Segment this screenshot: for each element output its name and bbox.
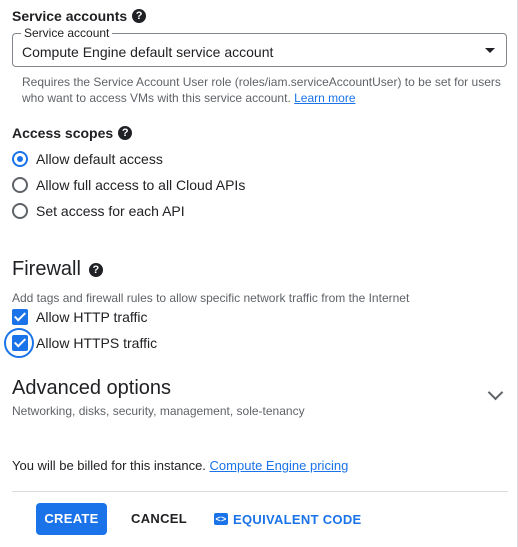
radio-allow-full-access[interactable]: Allow full access to all Cloud APIs: [12, 175, 245, 195]
service-account-helper-text: Requires the Service Account User role (…: [22, 74, 502, 106]
billing-text: You will be billed for this instance.: [12, 458, 206, 473]
access-scopes-label-text: Access scopes: [12, 125, 114, 141]
code-icon: <>: [214, 513, 228, 525]
cancel-button[interactable]: CANCEL: [131, 503, 187, 535]
checkbox-checked[interactable]: [12, 309, 28, 325]
radio-label: Set access for each API: [36, 203, 185, 219]
radio-button[interactable]: [12, 177, 28, 193]
create-button[interactable]: CREATE: [36, 503, 107, 535]
service-account-select[interactable]: Service account Compute Engine default s…: [12, 26, 507, 67]
help-icon[interactable]: ?: [118, 126, 133, 141]
service-accounts-label-text: Service accounts: [12, 8, 128, 24]
helper-text: Requires the Service Account User role (…: [22, 75, 501, 105]
equivalent-code-label: EQUIVALENT CODE: [233, 511, 362, 527]
service-accounts-label: Service accounts?: [12, 8, 147, 24]
chevron-down-icon[interactable]: [487, 384, 504, 401]
divider: [12, 491, 508, 492]
checkbox-allow-http[interactable]: Allow HTTP traffic: [12, 307, 148, 327]
radio-button[interactable]: [12, 203, 28, 219]
advanced-options-subtitle: Networking, disks, security, management,…: [12, 404, 305, 418]
help-icon[interactable]: ?: [88, 262, 103, 277]
firewall-description: Add tags and firewall rules to allow spe…: [12, 291, 410, 305]
pricing-link[interactable]: Compute Engine pricing: [210, 458, 349, 473]
firewall-heading: Firewall?: [12, 258, 103, 281]
select-value: Compute Engine default service account: [22, 44, 274, 60]
equivalent-code-button[interactable]: <> EQUIVALENT CODE: [214, 503, 362, 535]
billing-notice: You will be billed for this instance. Co…: [12, 458, 348, 473]
radio-label: Allow default access: [36, 151, 163, 167]
learn-more-link[interactable]: Learn more: [294, 91, 355, 105]
radio-button-selected[interactable]: [12, 151, 28, 167]
radio-label: Allow full access to all Cloud APIs: [36, 177, 246, 193]
radio-set-access-each-api[interactable]: Set access for each API: [12, 201, 185, 221]
select-floating-label: Service account: [21, 26, 113, 40]
dropdown-arrow-icon: [485, 48, 495, 53]
radio-allow-default-access[interactable]: Allow default access: [12, 149, 163, 169]
checkbox-allow-https[interactable]: Allow HTTPS traffic: [12, 333, 157, 353]
help-icon[interactable]: ?: [132, 9, 147, 24]
access-scopes-label: Access scopes?: [12, 125, 133, 141]
firewall-heading-text: Firewall: [12, 258, 81, 280]
checkbox-label: Allow HTTPS traffic: [36, 335, 158, 351]
checkbox-label: Allow HTTP traffic: [36, 309, 148, 325]
advanced-options-title[interactable]: Advanced options: [12, 377, 171, 400]
checkbox-checked[interactable]: [12, 335, 28, 351]
